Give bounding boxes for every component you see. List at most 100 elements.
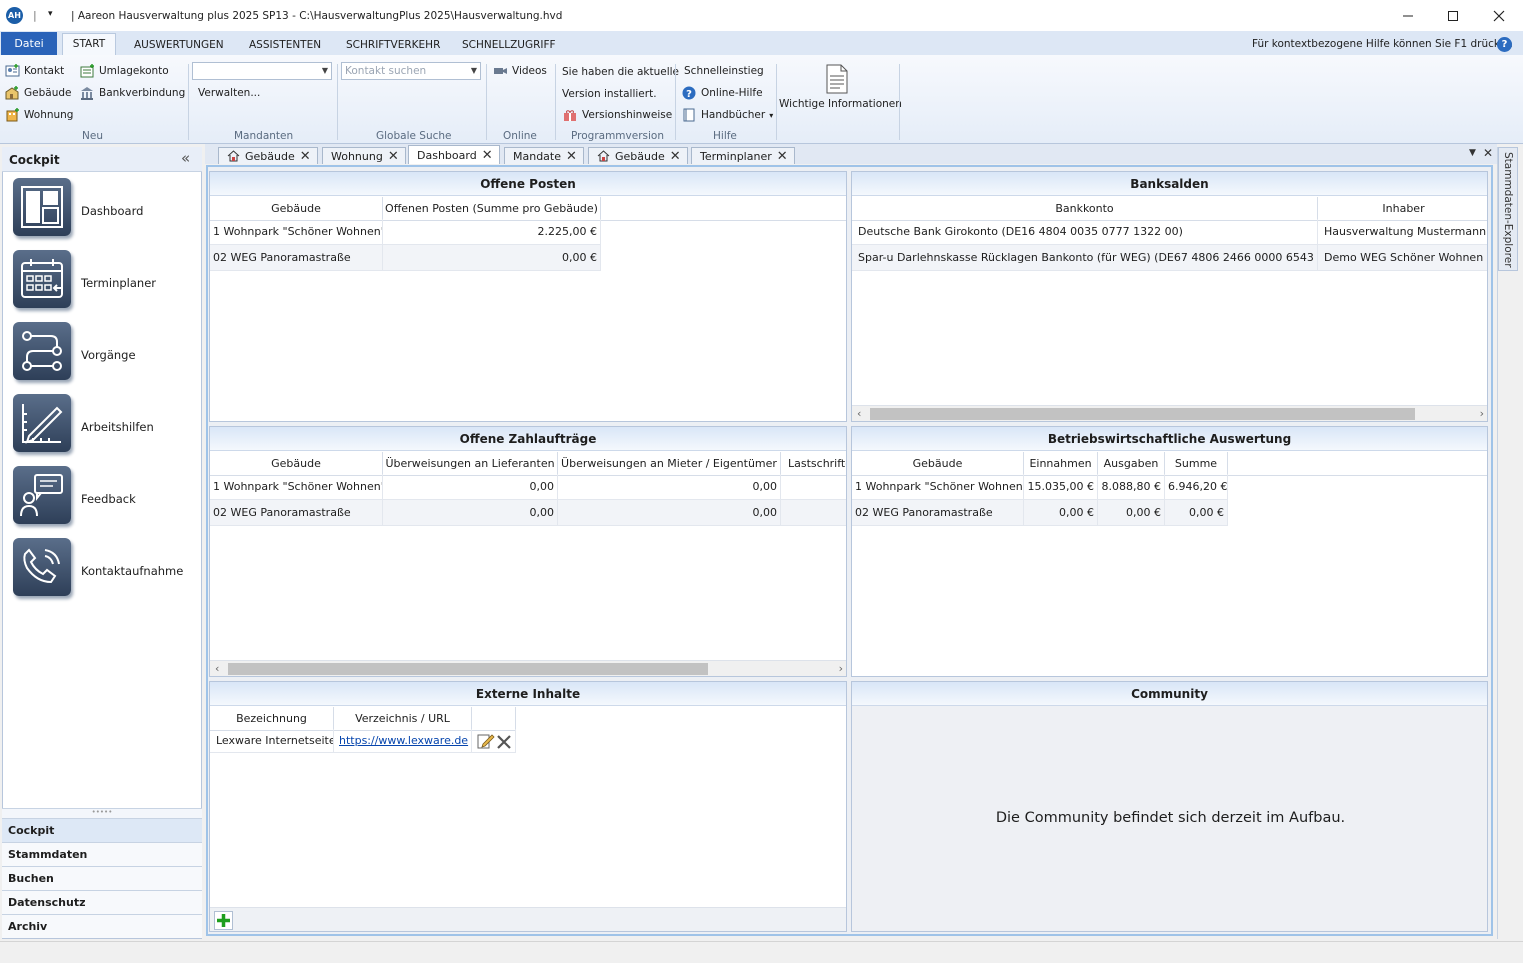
- column-header[interactable]: Verzeichnis / URL: [334, 707, 472, 731]
- versionshinweise-button[interactable]: Versionshinweise: [563, 108, 672, 122]
- close-button[interactable]: [1476, 0, 1522, 31]
- column-header[interactable]: Überweisungen an Lieferanten: [383, 452, 558, 476]
- table-cell[interactable]: 0,00: [558, 474, 781, 500]
- close-tab-icon[interactable]: ✕: [566, 150, 577, 163]
- table-cell[interactable]: 0,00 €: [1024, 500, 1098, 526]
- doc-tab-terminplaner[interactable]: Terminplaner ✕: [691, 147, 795, 164]
- neu-kontakt-button[interactable]: Kontakt: [5, 64, 64, 78]
- kontakt-suchen-input[interactable]: Kontakt suchen ▼: [341, 62, 481, 80]
- close-tab-icon[interactable]: ✕: [300, 150, 311, 163]
- tab-start[interactable]: START: [62, 33, 116, 56]
- tab-assistenten[interactable]: ASSISTENTEN: [249, 39, 321, 51]
- lexware-link[interactable]: https://www.lexware.de: [339, 734, 468, 747]
- tile-label-vorgaenge[interactable]: Vorgänge: [81, 348, 136, 362]
- mandanten-combo[interactable]: ▼: [192, 62, 332, 80]
- table-cell[interactable]: 1 Wohnpark "Schöner Wohnen": [210, 474, 383, 500]
- table-cell[interactable]: 1 Wohnpark "Schöner Wohnen": [210, 219, 383, 245]
- minimize-button[interactable]: [1385, 0, 1431, 31]
- close-tab-icon[interactable]: ✕: [482, 149, 493, 162]
- table-cell[interactable]: 0,00: [383, 474, 558, 500]
- table-cell[interactable]: 02 WEG Panoramastraße: [210, 245, 383, 271]
- tile-terminplaner-button[interactable]: [13, 250, 71, 308]
- maximize-button[interactable]: [1430, 0, 1476, 31]
- app-logo[interactable]: AH: [6, 7, 23, 24]
- column-header[interactable]: Gebäude: [210, 197, 383, 221]
- nav-splitter[interactable]: •••••: [2, 808, 202, 818]
- table-cell[interactable]: 02 WEG Panoramastraße: [852, 500, 1024, 526]
- close-all-tabs-icon[interactable]: ✕: [1483, 146, 1493, 160]
- table-cell[interactable]: Spar-u Darlehnskasse Rücklagen Bankonto …: [852, 245, 1318, 271]
- tile-vorgaenge-button[interactable]: [13, 322, 71, 380]
- column-header[interactable]: Gebäude: [852, 452, 1024, 476]
- nav-section-archiv[interactable]: Archiv: [2, 914, 202, 938]
- link-cell[interactable]: https://www.lexware.de: [334, 729, 472, 753]
- online-hilfe-button[interactable]: ? Online-Hilfe: [682, 86, 763, 100]
- tile-label-kontaktaufnahme[interactable]: Kontaktaufnahme: [81, 564, 183, 578]
- videos-button[interactable]: Videos: [493, 64, 547, 78]
- neu-umlagekonto-button[interactable]: Umlagekonto: [80, 64, 169, 78]
- column-header[interactable]: Summe: [1165, 452, 1228, 476]
- table-cell[interactable]: 2.225,00 €: [383, 219, 601, 245]
- table-cell[interactable]: Demo WEG Schöner Wohnen: [1318, 245, 1487, 271]
- doc-tab-dashboard[interactable]: Dashboard ✕: [408, 145, 500, 164]
- tile-feedback-button[interactable]: [13, 466, 71, 524]
- scroll-right-icon[interactable]: ›: [1480, 406, 1484, 421]
- column-header[interactable]: Bankkonto: [852, 197, 1318, 221]
- nav-section-cockpit[interactable]: Cockpit: [2, 818, 202, 842]
- table-cell[interactable]: 15.035,00 €: [1024, 474, 1098, 500]
- scroll-right-icon[interactable]: ›: [839, 661, 843, 676]
- doc-tab-wohnung[interactable]: Wohnung ✕: [322, 147, 406, 164]
- table-cell[interactable]: 1 Wohnpark "Schöner Wohnen": [852, 474, 1024, 500]
- handbuecher-dropdown[interactable]: Handbücher ▾: [682, 108, 773, 122]
- table-cell[interactable]: Hausverwaltung Mustermann: [1318, 219, 1487, 245]
- table-cell[interactable]: 0,00 €: [1098, 500, 1165, 526]
- tile-label-terminplaner[interactable]: Terminplaner: [81, 276, 156, 290]
- table-cell[interactable]: 6.946,20 €: [1165, 474, 1228, 500]
- table-cell[interactable]: 02 WEG Panoramastraße: [210, 500, 383, 526]
- tab-schriftverkehr[interactable]: SCHRIFTVERKEHR: [346, 39, 440, 51]
- horizontal-scrollbar[interactable]: ‹ ›: [852, 405, 1487, 421]
- table-cell[interactable]: Lexware Internetseite: [210, 729, 334, 753]
- column-header[interactable]: Bezeichnung: [210, 707, 334, 731]
- mandanten-verwalten-button[interactable]: Verwalten...: [198, 87, 260, 99]
- column-header[interactable]: Offenen Posten (Summe pro Gebäude): [383, 197, 601, 221]
- table-cell[interactable]: 0,00: [383, 500, 558, 526]
- tab-auswertungen[interactable]: AUSWERTUNGEN: [134, 39, 224, 51]
- column-header[interactable]: Lastschrifte: [781, 452, 846, 476]
- scroll-left-icon[interactable]: ‹: [857, 406, 861, 421]
- stammdaten-explorer-tab[interactable]: Stammdaten-Explorer: [1498, 147, 1518, 271]
- tile-dashboard-button[interactable]: [13, 178, 71, 236]
- tab-list-dropdown-icon[interactable]: ▼: [1469, 148, 1476, 158]
- neu-gebaeude-button[interactable]: Gebäude: [5, 86, 71, 100]
- close-tab-icon[interactable]: ✕: [388, 150, 399, 163]
- table-cell-empty[interactable]: [781, 474, 846, 500]
- nav-section-datenschutz[interactable]: Datenschutz: [2, 890, 202, 914]
- tile-label-feedback[interactable]: Feedback: [81, 492, 136, 506]
- scroll-left-icon[interactable]: ‹: [215, 661, 219, 676]
- tab-datei[interactable]: Datei: [1, 32, 57, 55]
- schnelleinstieg-button[interactable]: Schnelleinstieg: [684, 65, 764, 77]
- doc-tab-gebaeude-1[interactable]: Gebäude ✕: [218, 147, 318, 164]
- column-header[interactable]: Ausgaben: [1098, 452, 1165, 476]
- doc-tab-mandate[interactable]: Mandate ✕: [504, 147, 584, 164]
- wichtige-informationen-button[interactable]: Wichtige Informationen: [779, 64, 902, 110]
- table-cell[interactable]: 8.088,80 €: [1098, 474, 1165, 500]
- nav-section-stammdaten[interactable]: Stammdaten: [2, 842, 202, 866]
- tab-schnellzugriff[interactable]: SCHNELLZUGRIFF: [462, 39, 556, 51]
- tile-label-dashboard[interactable]: Dashboard: [81, 204, 143, 218]
- add-button[interactable]: [214, 911, 233, 930]
- tile-label-arbeitshilfen[interactable]: Arbeitshilfen: [81, 420, 154, 434]
- column-header[interactable]: Überweisungen an Mieter / Eigentümer: [558, 452, 781, 476]
- quick-access-dropdown-icon[interactable]: ▾: [48, 9, 53, 19]
- column-header[interactable]: Gebäude: [210, 452, 383, 476]
- table-cell[interactable]: 0,00 €: [1165, 500, 1228, 526]
- horizontal-scrollbar[interactable]: ‹ ›: [210, 660, 846, 676]
- table-cell[interactable]: 0,00: [558, 500, 781, 526]
- table-cell[interactable]: 0,00 €: [383, 245, 601, 271]
- tile-kontaktaufnahme-button[interactable]: [13, 538, 71, 596]
- neu-wohnung-button[interactable]: Wohnung: [5, 108, 73, 122]
- close-tab-icon[interactable]: ✕: [777, 150, 788, 163]
- close-tab-icon[interactable]: ✕: [670, 150, 681, 163]
- scrollbar-thumb[interactable]: [870, 408, 1415, 420]
- tile-arbeitshilfen-button[interactable]: [13, 394, 71, 452]
